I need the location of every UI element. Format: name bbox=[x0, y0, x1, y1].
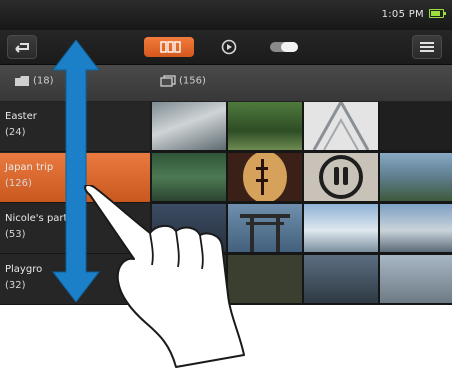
tab-toggle[interactable] bbox=[264, 37, 304, 57]
sort-by-photos[interactable]: (156) bbox=[160, 75, 206, 91]
photos-icon bbox=[160, 41, 181, 53]
photo-thumbnail[interactable] bbox=[380, 102, 452, 150]
photo-thumbnail[interactable] bbox=[380, 255, 452, 303]
status-time: 1:05 PM bbox=[381, 9, 424, 20]
pointing-hand-icon bbox=[84, 185, 245, 368]
back-button[interactable] bbox=[7, 35, 37, 59]
menu-button[interactable] bbox=[412, 35, 442, 59]
folder-count: (32) bbox=[5, 280, 26, 291]
folder-count: (53) bbox=[5, 229, 26, 240]
photo-thumbnail[interactable] bbox=[304, 102, 378, 150]
folder-total: (18) bbox=[33, 75, 54, 87]
tab-video[interactable] bbox=[216, 37, 242, 57]
tab-photos[interactable] bbox=[144, 37, 194, 57]
back-arrow-icon bbox=[15, 43, 29, 53]
sort-by-folder[interactable]: (18) bbox=[14, 75, 54, 91]
photo-thumbnail[interactable] bbox=[380, 153, 452, 201]
folder-name: Playgro bbox=[5, 264, 43, 275]
folder-count: (126) bbox=[5, 178, 32, 189]
photo-thumbnail[interactable] bbox=[304, 204, 378, 252]
status-bar: 1:05 PM bbox=[0, 0, 452, 30]
photo-thumbnail[interactable] bbox=[228, 102, 302, 150]
photo-thumbnail[interactable] bbox=[304, 153, 378, 201]
photo-total: (156) bbox=[179, 75, 206, 87]
photo-thumbnail[interactable] bbox=[152, 102, 226, 150]
menu-lines-icon bbox=[420, 42, 434, 52]
photo-thumbnail[interactable] bbox=[304, 255, 378, 303]
battery-icon bbox=[429, 9, 446, 18]
folder-count: (24) bbox=[5, 127, 26, 138]
photo-stack-icon bbox=[160, 75, 176, 87]
photo-content bbox=[312, 102, 370, 150]
folder-name: Easter bbox=[5, 111, 37, 122]
folder-icon bbox=[15, 76, 29, 86]
play-circle-icon bbox=[221, 39, 237, 55]
folder-name: Japan trip bbox=[5, 162, 54, 173]
photo-thumbnail[interactable] bbox=[380, 204, 452, 252]
photo-content bbox=[319, 155, 363, 199]
toggle-icon bbox=[270, 42, 298, 52]
